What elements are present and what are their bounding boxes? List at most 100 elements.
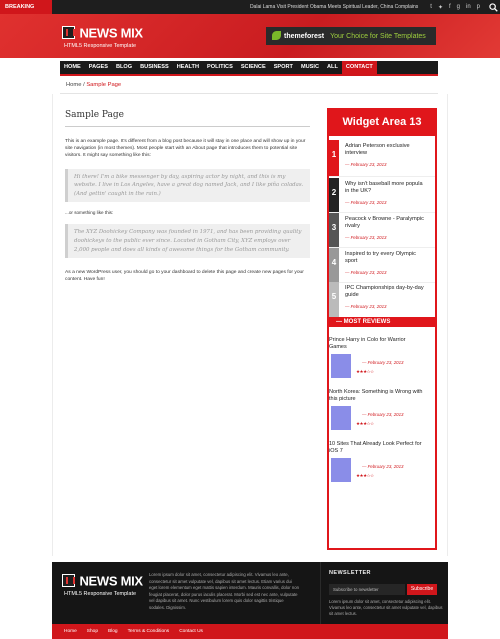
breadcrumb-home[interactable]: Home xyxy=(66,82,81,88)
widget-item-date: — February 23, 2013 xyxy=(345,304,387,309)
nav-item-business[interactable]: BUSINESS xyxy=(136,61,173,74)
bottom-nav-contact[interactable]: Contact Us xyxy=(179,629,203,634)
nav-item-health[interactable]: HEALTH xyxy=(173,61,203,74)
site-header: NEWS MIX HTML5 Responsive Template theme… xyxy=(0,14,500,58)
widget-separator xyxy=(329,176,435,177)
social-links: t ✦ f g in p xyxy=(430,4,486,11)
breaking-news-bar: BREAKING NEWS Dalai Lama Visit President… xyxy=(0,0,500,24)
blockquote-1: Hi there! I'm a bike messenger by day, a… xyxy=(65,168,310,203)
or-paragraph: ...or something like this: xyxy=(65,210,114,216)
footer-newsletter: NEWSLETTER Subscribe to newsletter Subsc… xyxy=(320,562,448,624)
newsletter-title: NEWSLETTER xyxy=(329,570,371,576)
widget-item-title[interactable]: IPC Championships day-by-day guide xyxy=(345,285,435,299)
twitter-icon[interactable]: ✦ xyxy=(438,4,443,11)
linkedin-icon[interactable]: in xyxy=(466,4,471,11)
content-border-left xyxy=(52,94,53,556)
bottom-nav: Home Shop Blog Terms & Conditions Contac… xyxy=(52,624,448,639)
search-icon[interactable] xyxy=(486,0,500,14)
footer-logo[interactable]: NEWS MIX HTML5 Responsive Template xyxy=(62,572,143,597)
most-reviews-heading: — MOST REVIEWS xyxy=(329,317,435,327)
ad-text: Your Choice for Site Templates xyxy=(330,32,426,40)
nav-item-music[interactable]: MUSIC xyxy=(297,61,323,74)
widget-item-date: — February 23, 2013 xyxy=(345,235,387,240)
footer-logo-subtitle: HTML5 Responsive Template xyxy=(64,591,137,597)
review-rating-stars: ★★★☆☆ xyxy=(356,473,374,478)
facebook-icon[interactable]: f xyxy=(449,4,451,11)
review-rating-stars: ★★★☆☆ xyxy=(356,421,374,426)
blockquote-2: The XYZ Doohickey Company was founded in… xyxy=(65,224,310,259)
bottom-nav-blog[interactable]: Blog xyxy=(108,629,118,634)
tumblr-icon[interactable]: t xyxy=(430,4,432,11)
widget-item-3[interactable]: 3 Peacock v Browne - Paralympic rivalry —… xyxy=(329,213,435,249)
page-title: Sample Page xyxy=(65,110,124,120)
logo-mark-icon xyxy=(62,574,75,588)
bottom-nav-shop[interactable]: Shop xyxy=(87,629,98,634)
news-ticker[interactable]: Dalai Lama Visit President Obama Meets S… xyxy=(52,4,430,10)
widget-item-2[interactable]: 2 Why isn't baseball more popula in the U… xyxy=(329,178,435,214)
nav-item-home[interactable]: HOME xyxy=(60,61,85,74)
nav-item-politics[interactable]: POLITICS xyxy=(203,61,237,74)
outro-paragraph: As a new WordPress user, you should go t… xyxy=(65,270,304,283)
nav-underline xyxy=(60,74,438,76)
footer-about-text: Lorem ipsum dolor sit amet, consectetur … xyxy=(149,572,299,610)
review-title[interactable]: North Korea: Something is Wrong with this… xyxy=(329,389,435,403)
review-item-2[interactable]: North Korea: Something is Wrong with this… xyxy=(329,389,435,435)
widget-item-date: — February 23, 2013 xyxy=(345,270,387,275)
title-divider xyxy=(65,126,310,127)
main-nav: HOME PAGES BLOG BUSINESS HEALTH POLITICS… xyxy=(60,61,438,74)
intro-paragraph: This is an example page. It's different … xyxy=(65,139,306,159)
bottom-nav-home[interactable]: Home xyxy=(64,629,77,634)
widget-item-title[interactable]: Peacock v Browne - Paralympic rivalry xyxy=(345,216,435,230)
widget-item-5[interactable]: 5 IPC Championships day-by-day guide — Fe… xyxy=(329,282,435,318)
widget-item-number: 5 xyxy=(329,282,339,318)
widget-item-date: — February 23, 2013 xyxy=(345,162,387,167)
subscribe-button[interactable]: Subscribe xyxy=(407,584,437,595)
breadcrumb-current: Sample Page xyxy=(86,82,122,88)
main-content: Sample Page This is an example page. It'… xyxy=(65,110,310,284)
logo-subtitle: HTML5 Responsive Template xyxy=(64,43,137,49)
nav-item-science[interactable]: SCIENCE xyxy=(237,61,270,74)
site-footer: NEWS MIX HTML5 Responsive Template Lorem… xyxy=(52,562,448,624)
review-date: — February 23, 2013 xyxy=(362,360,404,365)
breaking-news-label: BREAKING NEWS xyxy=(0,0,52,24)
widget-item-number: 3 xyxy=(329,213,339,249)
bottom-nav-terms[interactable]: Terms & Conditions xyxy=(128,629,170,634)
themeforest-leaf-icon xyxy=(272,31,281,40)
logo-mark-icon xyxy=(62,26,75,40)
widget-item-date: — February 23, 2013 xyxy=(345,200,387,205)
review-rating-stars: ★★★☆☆ xyxy=(356,369,374,374)
widget-item-4[interactable]: 4 Inspired to try every Olympic sport — F… xyxy=(329,248,435,284)
breadcrumb: Home / Sample Page xyxy=(66,82,121,88)
review-date: — February 23, 2013 xyxy=(362,464,404,469)
nav-item-contact[interactable]: CONTACT xyxy=(341,61,377,74)
logo-title: NEWS MIX xyxy=(79,25,143,41)
review-thumbnail[interactable] xyxy=(331,406,351,430)
review-item-3[interactable]: 10 Sites That Already Look Perfect for iO… xyxy=(329,441,435,487)
nav-item-all[interactable]: ALL xyxy=(323,61,342,74)
widget-item-number: 2 xyxy=(329,178,339,214)
newsletter-text: Lorem ipsum dolor sit amet, consectetur … xyxy=(329,599,443,616)
widget-item-title[interactable]: Adrian Peterson exclusive interview xyxy=(345,143,435,157)
review-date: — February 23, 2013 xyxy=(362,412,404,417)
review-title[interactable]: Prince Harry in Colo for Warrior Games xyxy=(329,337,435,351)
review-title[interactable]: 10 Sites That Already Look Perfect for iO… xyxy=(329,441,435,455)
site-logo[interactable]: NEWS MIX HTML5 Responsive Template xyxy=(62,24,143,49)
widget-title: Widget Area 13 xyxy=(327,108,437,136)
google-plus-icon[interactable]: g xyxy=(457,4,460,11)
newsletter-email-input[interactable]: Subscribe to newsletter xyxy=(329,584,405,595)
widget-item-title[interactable]: Inspired to try every Olympic sport xyxy=(345,251,435,265)
content-border-right xyxy=(447,94,448,556)
widget-item-1[interactable]: 1 Adrian Peterson exclusive interview — F… xyxy=(329,140,435,176)
header-ad-banner[interactable]: themeforest Your Choice for Site Templat… xyxy=(266,27,436,45)
review-thumbnail[interactable] xyxy=(331,354,351,378)
widget-item-title[interactable]: Why isn't baseball more popula in the UK? xyxy=(345,181,435,195)
nav-item-blog[interactable]: BLOG xyxy=(112,61,136,74)
widget-item-number: 1 xyxy=(329,140,339,176)
nav-item-pages[interactable]: PAGES xyxy=(85,61,112,74)
widget-item-number: 4 xyxy=(329,248,339,284)
breadcrumb-divider xyxy=(60,93,438,94)
pinterest-icon[interactable]: p xyxy=(477,4,480,11)
review-thumbnail[interactable] xyxy=(331,458,351,482)
review-item-1[interactable]: Prince Harry in Colo for Warrior Games — … xyxy=(329,337,435,383)
nav-item-sport[interactable]: SPORT xyxy=(270,61,297,74)
